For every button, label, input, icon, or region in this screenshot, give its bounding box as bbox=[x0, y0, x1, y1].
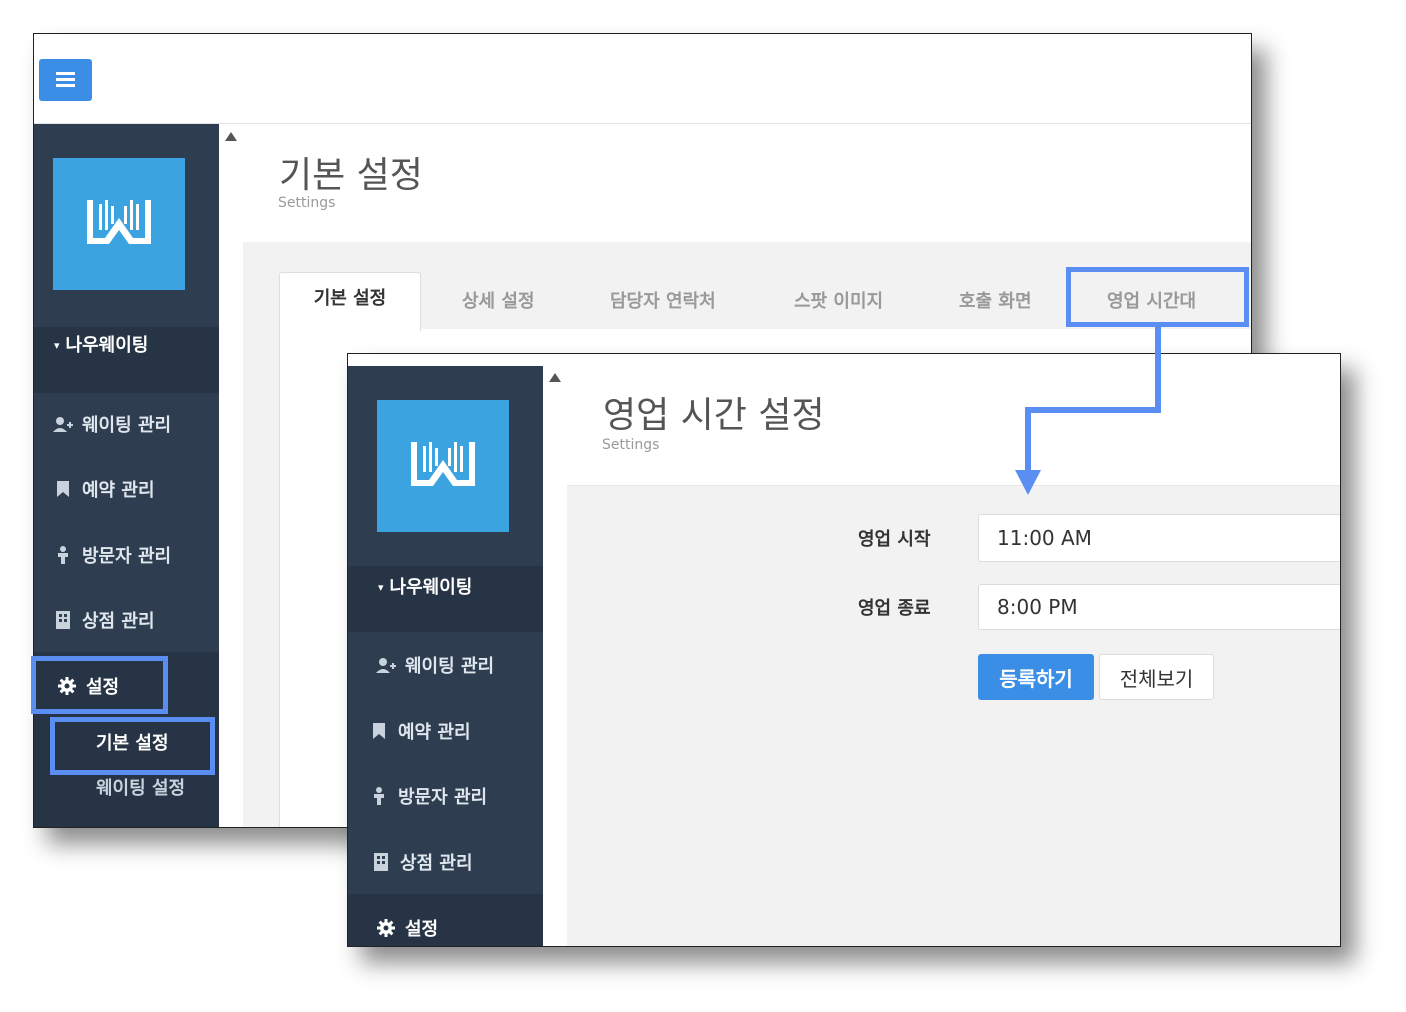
submenu-waiting-settings[interactable]: 웨이팅 설정 bbox=[96, 774, 185, 800]
nav-visitor[interactable]: 방문자 관리 bbox=[52, 542, 171, 568]
building-icon bbox=[52, 611, 74, 629]
tab-call-screen[interactable]: 호출 화면 bbox=[959, 287, 1032, 313]
top-bar bbox=[34, 34, 1251, 124]
person-icon bbox=[368, 787, 390, 805]
business-hours-window-front: ▾ 나우웨이팅 웨이팅 관리 예약 관리 방문자 관리 상점 관리 설정 영업 … bbox=[347, 353, 1341, 947]
business-start-input[interactable]: 11:00 AM bbox=[978, 514, 1340, 562]
nav-store[interactable]: 상점 관리 bbox=[370, 849, 473, 875]
logo bbox=[53, 158, 185, 290]
nav-settings[interactable]: 설정 bbox=[375, 915, 438, 941]
tab-business-hours[interactable]: 영업 시간대 bbox=[1107, 287, 1196, 313]
bookmark-icon bbox=[368, 723, 390, 739]
page-subtitle: Settings bbox=[278, 195, 336, 211]
sidebar: ▾ 나우웨이팅 웨이팅 관리 예약 관리 방문자 관리 상점 관리 설 bbox=[348, 366, 543, 946]
submenu-basic-settings[interactable]: 기본 설정 bbox=[96, 729, 169, 755]
tab-basic-settings[interactable]: 기본 설정 bbox=[279, 272, 421, 331]
business-end-label: 영업 종료 bbox=[858, 598, 931, 619]
user-plus-icon bbox=[375, 657, 397, 673]
caret-down-icon: ▾ bbox=[54, 339, 60, 352]
view-all-button[interactable]: 전체보기 bbox=[1099, 654, 1214, 700]
nav-reservation[interactable]: 예약 관리 bbox=[52, 476, 155, 502]
brand-dropdown[interactable]: ▾ 나우웨이팅 bbox=[54, 331, 148, 357]
register-button[interactable]: 등록하기 bbox=[978, 654, 1094, 700]
caret-down-icon: ▾ bbox=[378, 581, 384, 594]
nav-waiting[interactable]: 웨이팅 관리 bbox=[52, 411, 171, 437]
tab-spot-image[interactable]: 스팟 이미지 bbox=[794, 287, 883, 313]
business-end-input[interactable]: 8:00 PM bbox=[978, 584, 1340, 630]
gear-icon bbox=[56, 677, 78, 695]
sidebar: ▾ 나우웨이팅 웨이팅 관리 예약 관리 방문자 관리 상점 관리 설 bbox=[34, 124, 219, 827]
menu-toggle-button[interactable] bbox=[39, 59, 92, 101]
nav-visitor[interactable]: 방문자 관리 bbox=[368, 783, 487, 809]
tab-detail-settings[interactable]: 상세 설정 bbox=[462, 287, 535, 313]
bookmark-icon bbox=[52, 481, 74, 497]
logo bbox=[377, 400, 509, 532]
logo-w-icon bbox=[411, 442, 475, 486]
gear-icon bbox=[375, 919, 397, 937]
person-icon bbox=[52, 546, 74, 564]
building-icon bbox=[370, 853, 392, 871]
page-subtitle: Settings bbox=[602, 437, 660, 453]
business-start-label: 영업 시작 bbox=[858, 529, 931, 550]
page-title: 영업 시간 설정 bbox=[603, 395, 825, 436]
brand-dropdown[interactable]: ▾ 나우웨이팅 bbox=[378, 573, 472, 599]
logo-w-icon bbox=[87, 200, 151, 244]
scroll-up-icon[interactable] bbox=[549, 373, 561, 382]
tab-manager-contact[interactable]: 담당자 연락처 bbox=[610, 287, 716, 313]
nav-waiting[interactable]: 웨이팅 관리 bbox=[375, 652, 494, 678]
nav-store[interactable]: 상점 관리 bbox=[52, 607, 155, 633]
scroll-up-icon[interactable] bbox=[225, 132, 237, 141]
user-plus-icon bbox=[52, 416, 74, 432]
hamburger-icon bbox=[56, 72, 75, 87]
nav-settings[interactable]: 설정 bbox=[56, 673, 119, 699]
nav-reservation[interactable]: 예약 관리 bbox=[368, 718, 471, 744]
page-title: 기본 설정 bbox=[279, 155, 423, 196]
